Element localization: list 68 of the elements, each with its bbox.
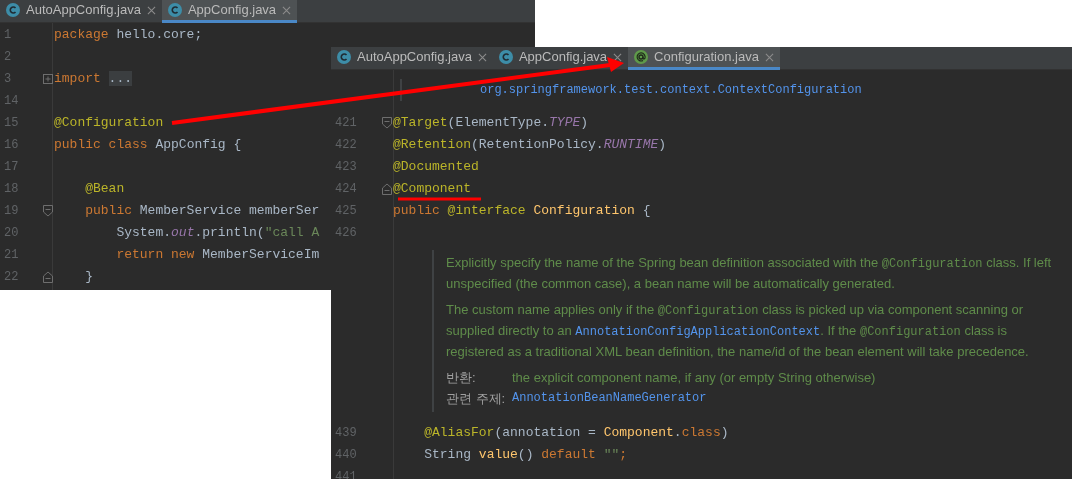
code-line: public @interface Configuration { — [393, 202, 651, 221]
line-number: 19 — [3, 203, 20, 220]
line-number: 14 — [3, 93, 20, 110]
line-number: 21 — [3, 247, 20, 264]
fold-end-icon[interactable] — [43, 271, 53, 283]
close-icon[interactable] — [613, 52, 623, 62]
editor-tab[interactable]: AutoAppConfig.java — [331, 47, 493, 70]
tab-label: AutoAppConfig.java — [26, 1, 141, 20]
line-number: 421 — [334, 115, 358, 132]
code-line: public MemberService memberSer — [84, 202, 320, 221]
doc-link[interactable]: AnnotationBeanNameGenerator — [512, 389, 707, 408]
tab-label: AppConfig.java — [187, 1, 277, 20]
class-icon — [167, 3, 182, 17]
line-number: 16 — [3, 137, 20, 154]
line-number: 1 — [3, 27, 13, 44]
tab-label: AppConfig.java — [518, 48, 608, 67]
code-line: @Target(ElementType.TYPE) — [393, 114, 589, 133]
line-number: 22 — [3, 269, 20, 286]
doc-link[interactable]: AnnotationConfigApplicationContext — [575, 325, 821, 339]
doc-paragraph: The custom name applies only if the @Configuration class is picked up via component scanning or supplied directly to an AnnotationConfigApplicationContext. If the @Configuration class is registered as a traditional XML bean definition, the name/id of the bean element will take precedence. — [446, 301, 1030, 361]
fold-collapse-icon[interactable] — [43, 205, 53, 217]
line-number: 18 — [3, 181, 20, 198]
code-line: String value() default ""; — [423, 446, 628, 465]
line-number: 2 — [3, 49, 13, 66]
code-line: @Bean — [84, 180, 125, 199]
line-number: 423 — [334, 159, 358, 176]
code-line: public class AppConfig { — [54, 136, 242, 155]
code-line: @Configuration — [54, 114, 164, 133]
close-icon[interactable] — [282, 5, 292, 15]
fold-collapse-icon[interactable] — [382, 117, 392, 129]
import-link[interactable]: org.springframework.test.context.ContextConfiguration — [480, 81, 862, 99]
line-number: 3 — [3, 71, 13, 88]
code-line: @AliasFor(annotation = Component.class) — [423, 424, 729, 443]
class-icon — [337, 50, 351, 64]
doc-label: 반환: — [446, 369, 477, 387]
close-icon[interactable] — [764, 52, 774, 62]
line-number: 424 — [334, 181, 358, 198]
line-number: 422 — [334, 137, 358, 154]
fold-expand-icon[interactable] — [43, 73, 53, 85]
close-icon[interactable] — [477, 52, 487, 62]
annotation-icon — [634, 50, 649, 64]
fold-end-icon[interactable] — [382, 183, 392, 195]
code-line: @Component — [393, 180, 471, 199]
code-line: @Documented — [393, 158, 479, 177]
close-icon[interactable] — [146, 5, 156, 15]
tab-label: Configuration.java — [654, 48, 759, 67]
code-line: System.out.println("call A — [115, 224, 320, 243]
code-line: return new MemberServiceIm — [115, 246, 320, 265]
doc-text: the explicit component name, if any (or empty String otherwise) — [512, 369, 876, 387]
class-icon — [498, 50, 513, 64]
class-icon — [6, 3, 20, 17]
line-number: 20 — [3, 225, 20, 242]
tab-label: AutoAppConfig.java — [357, 48, 472, 67]
doc-paragraph: Explicitly specify the name of the Spring bean definition associated with the @Configuration class. If left unspecified (the common case), a bean name will be automatically generated. — [446, 254, 1053, 293]
code-line: } — [84, 268, 93, 287]
code-line: package hello.core; — [54, 26, 203, 45]
editor-tab[interactable]: Configuration.java — [628, 47, 780, 70]
code-line: @Retention(RetentionPolicy.RUNTIME) — [393, 136, 667, 155]
code-line: import ... — [54, 70, 132, 89]
doc-label: 관련 주제: — [446, 390, 507, 408]
line-number: 440 — [334, 447, 358, 464]
line-number: 17 — [3, 159, 20, 176]
line-number: 439 — [334, 425, 358, 442]
editor-tab[interactable]: AutoAppConfig.java — [0, 0, 162, 23]
line-number: 426 — [334, 225, 358, 242]
line-number: 15 — [3, 115, 20, 132]
editor-tab[interactable]: AppConfig.java — [161, 0, 298, 23]
line-number: 425 — [334, 203, 358, 220]
